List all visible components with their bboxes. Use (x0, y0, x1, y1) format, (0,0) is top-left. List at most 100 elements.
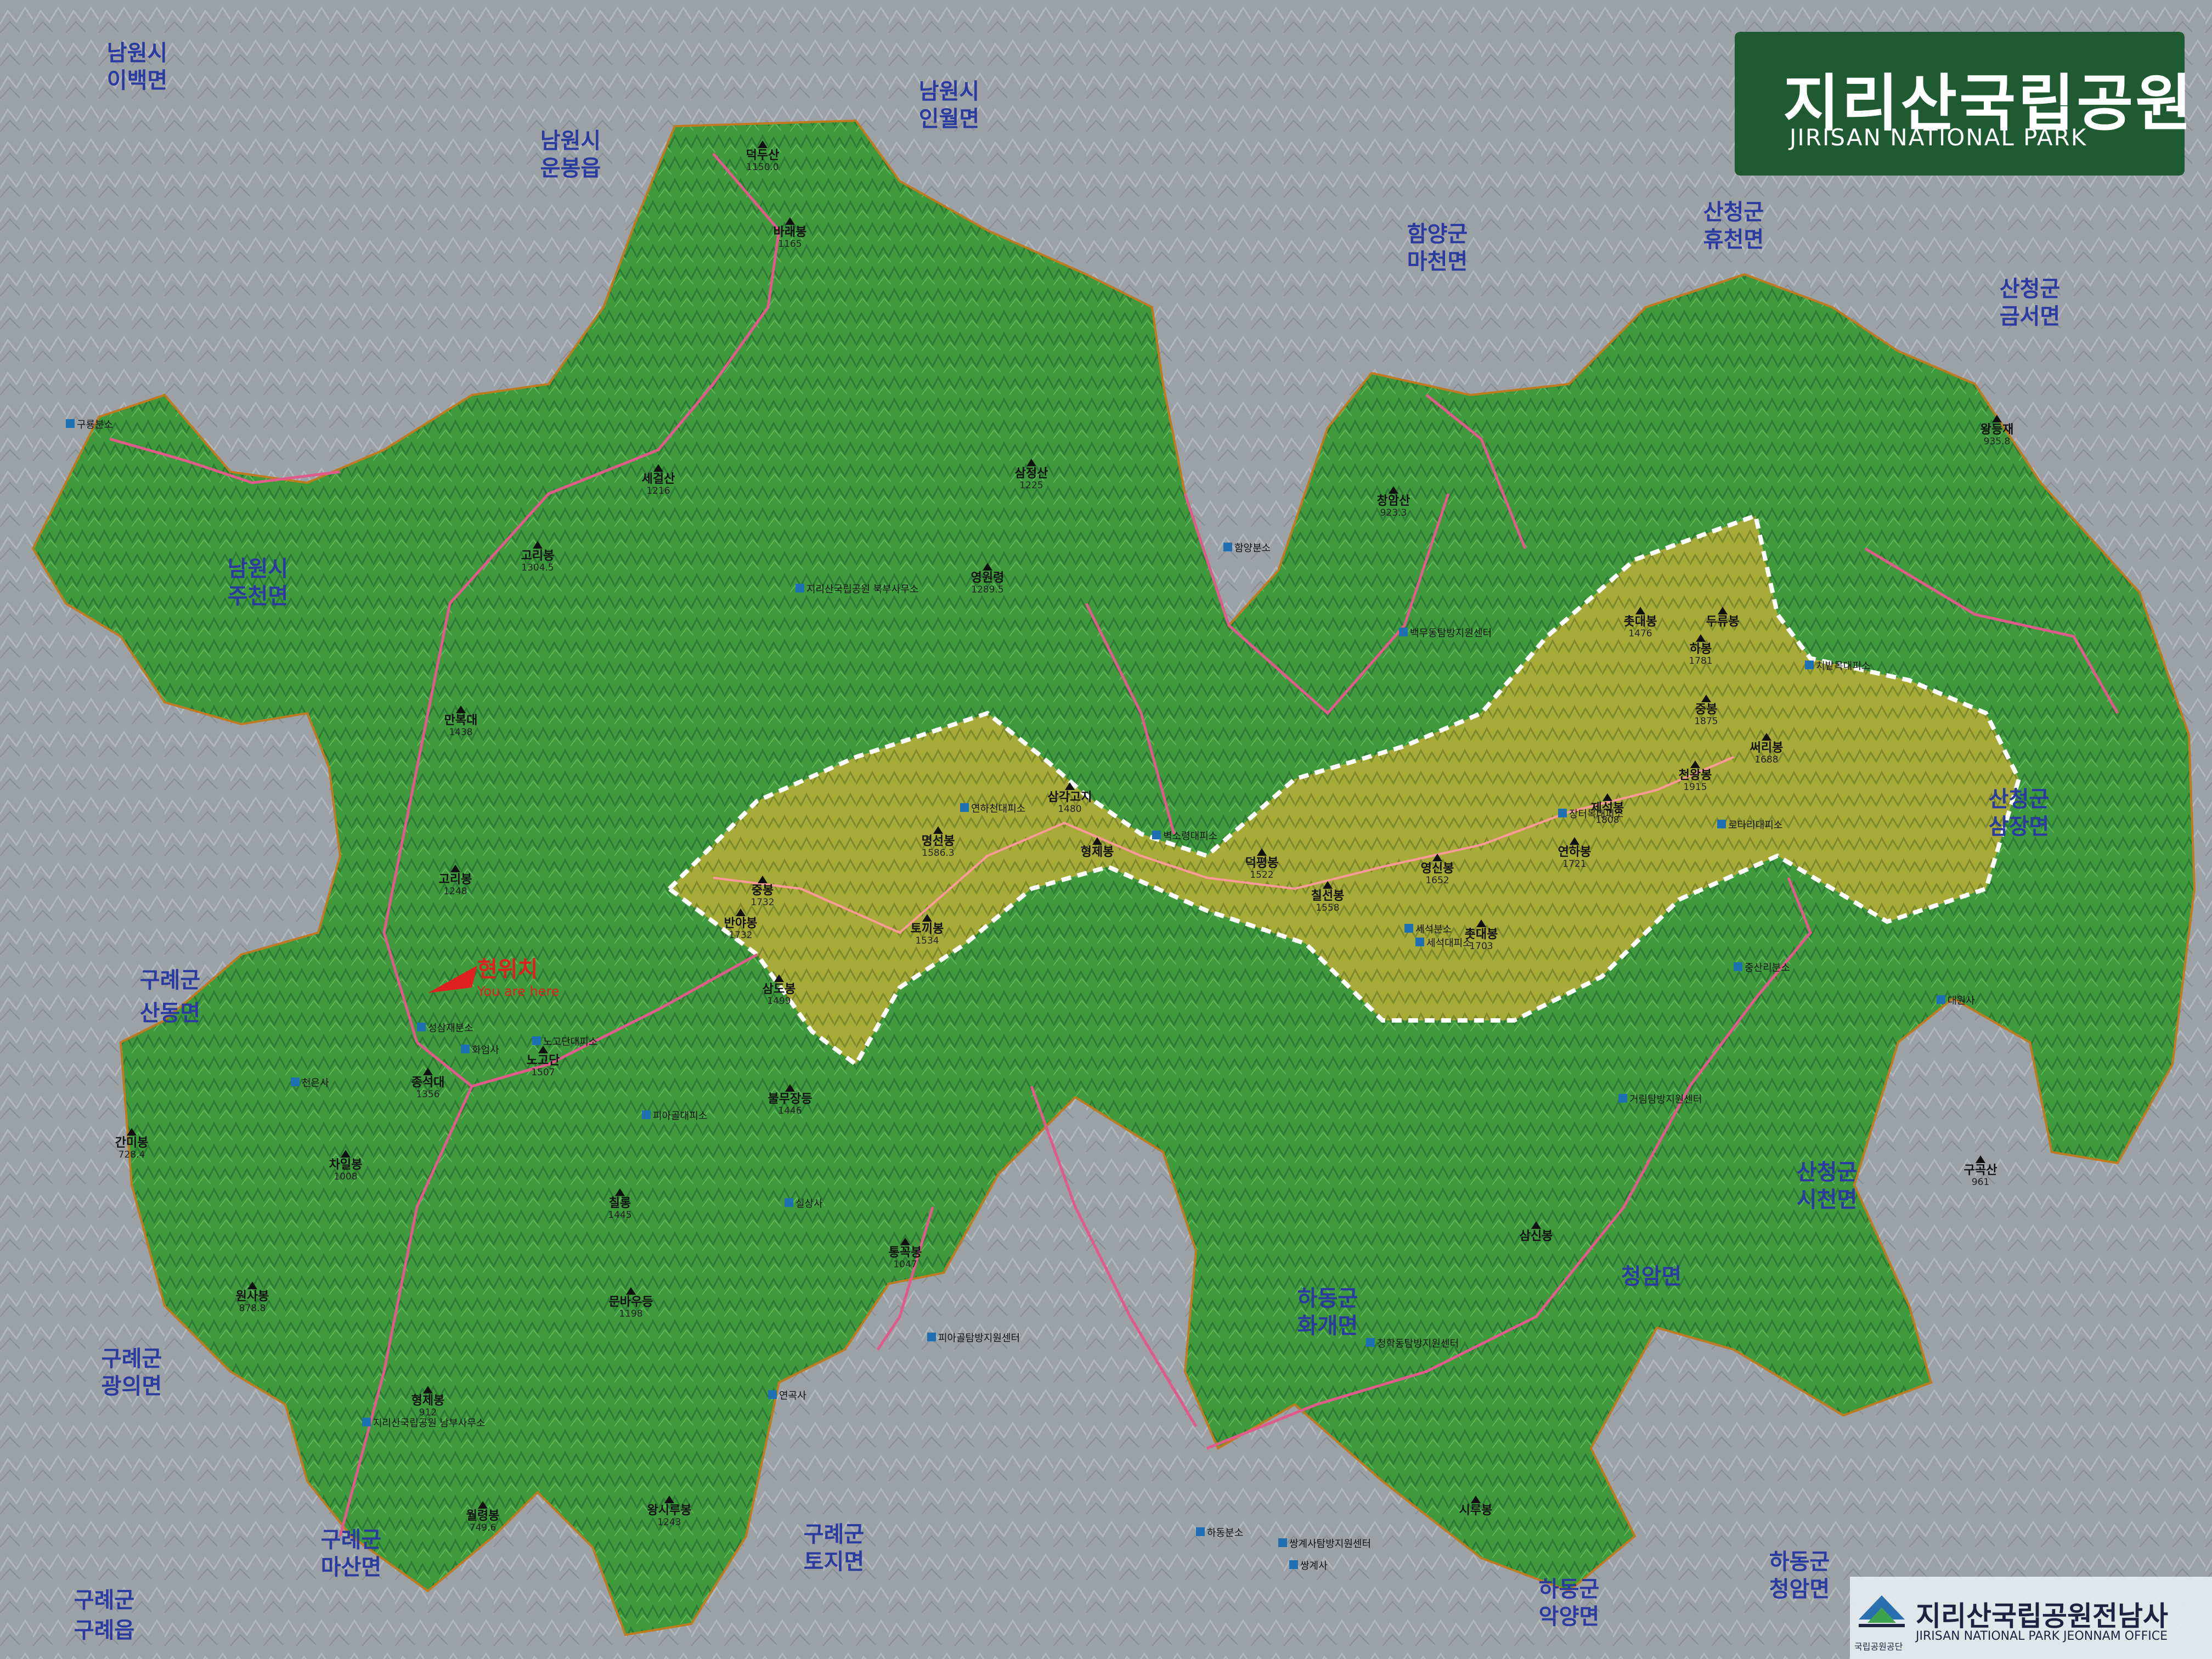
peak-elevation: 1781 (1689, 656, 1712, 667)
peak-name: 하봉 (1690, 642, 1712, 656)
region-town: 운봉읍 (540, 156, 601, 181)
peak-name: 차일봉 (329, 1158, 363, 1172)
region-city: 구례군 (321, 1527, 381, 1553)
facility-icon (785, 1198, 793, 1207)
peak-elevation: 1507 (531, 1067, 555, 1078)
peak-name: 간미봉 (115, 1136, 149, 1150)
region-city: 산청군 (2000, 276, 2060, 302)
peak-name: 왕등재 (1980, 423, 2014, 437)
facility-name: 거림탐방지원센터 (1629, 1094, 1702, 1105)
facility-icon (1805, 661, 1814, 669)
peak-name: 중봉 (752, 884, 774, 898)
region-town: 토지면 (804, 1549, 864, 1575)
peak-name: 문바우등 (609, 1295, 653, 1309)
you-are-here-label-en: You are here (477, 984, 560, 999)
peak-elevation: 1248 (443, 886, 467, 897)
region-town: 시천면 (1797, 1187, 1857, 1212)
facility-name: 피아골탐방지원센터 (938, 1333, 1020, 1344)
region-town: 삼장면 (1989, 814, 2049, 839)
facility-icon (1152, 831, 1161, 839)
peak-elevation: 1586.3 (922, 848, 954, 859)
peak-elevation: 878.8 (239, 1303, 266, 1314)
peak-name: 삼신봉 (1520, 1229, 1553, 1243)
peak-name: 구곡산 (1964, 1164, 1997, 1177)
peak-elevation: 1047 (893, 1259, 917, 1270)
region-town: 휴천면 (1703, 227, 1764, 252)
peak-name: 삼각고지 (1048, 791, 1092, 804)
facility-name: 연곡사 (779, 1390, 806, 1402)
peak-name: 세걸산 (642, 472, 675, 486)
facility-icon (1404, 924, 1413, 933)
facility-icon (461, 1045, 470, 1053)
peak-elevation: 749.6 (470, 1522, 496, 1533)
peak-elevation: 1522 (1250, 870, 1273, 881)
facility-icon (642, 1110, 651, 1119)
region-town: 주천면 (228, 584, 288, 609)
peak-elevation: 1480 (1058, 804, 1081, 815)
facility-name: 함양분소 (1234, 543, 1271, 554)
facility-name: 중산리분소 (1745, 962, 1790, 974)
park-map: 남원시 이백면 남원시 인월면 남원시 운봉읍 남원시 주천면 함양군 마천면 … (0, 0, 2212, 1659)
peak-elevation: 1243 (657, 1517, 681, 1528)
facility-icon (1223, 543, 1232, 551)
facility-name: 피아골대피소 (653, 1110, 707, 1122)
region-city: 산청군 (1989, 787, 2049, 812)
peak-elevation: 1476 (1628, 628, 1652, 639)
peak-name: 불무장등 (768, 1092, 812, 1106)
facility-name: 노고단대피소 (543, 1036, 597, 1048)
facility-marker: 지리산국립공원 북부사무소 (795, 584, 918, 595)
peak-elevation: 1150.0 (746, 162, 778, 173)
facility-name: 연하천대피소 (971, 803, 1025, 815)
peak-name: 통꼭봉 (889, 1246, 922, 1260)
park-subtitle: JIRISAN NATIONAL PARK (1790, 124, 2087, 151)
peak-name: 월령봉 (466, 1509, 500, 1523)
facility-icon (768, 1390, 777, 1399)
peak-elevation: 728.4 (119, 1149, 145, 1160)
peak-elevation: 1165 (778, 239, 802, 250)
peak-elevation: 1446 (778, 1105, 802, 1116)
peak-name: 형제봉 (411, 1394, 445, 1408)
facility-marker: 쌍계사탐방지원센터 (1278, 1538, 1371, 1550)
peak-name: 영원령 (971, 571, 1005, 585)
peak-name: 덕평봉 (1245, 856, 1279, 870)
facility-name: 백무동탐방지원센터 (1410, 628, 1492, 639)
facility-icon (1415, 938, 1424, 946)
peak-name: 창암산 (1377, 494, 1410, 508)
peak-elevation: 1558 (1316, 902, 1339, 913)
peak-name: 원사봉 (236, 1290, 269, 1304)
peak-elevation: 1875 (1694, 716, 1718, 727)
peak-elevation: 1304.5 (521, 562, 554, 573)
facility-icon (1937, 995, 1945, 1004)
region-city: 구례군 (140, 968, 200, 993)
agency-name: 국립공원공단 (1854, 1641, 1903, 1652)
region-city: 하동군 (1769, 1549, 1830, 1575)
peak-elevation: 912 (419, 1407, 437, 1418)
peak-elevation: 1732 (729, 930, 752, 941)
peak-name: 중봉 (1695, 703, 1717, 716)
facility-marker: 피아골탐방지원센터 (927, 1333, 1020, 1344)
facility-name: 하동분소 (1207, 1527, 1243, 1539)
region-city: 산청군 (1797, 1160, 1857, 1185)
facility-name: 로타리대피소 (1728, 820, 1782, 831)
facility-icon (66, 419, 75, 428)
peak-name: 토끼봉 (911, 922, 944, 936)
region-city: 구례군 (804, 1522, 864, 1547)
peak-name: 덕두산 (746, 149, 780, 162)
peak-name: 만복대 (444, 714, 478, 727)
facility-icon (927, 1333, 936, 1341)
region-town: 마산면 (321, 1555, 381, 1580)
peak-elevation: 923.3 (1380, 507, 1407, 518)
facility-icon (1289, 1560, 1298, 1569)
region-city: 남원시 (228, 556, 288, 582)
region-city: 하동군 (1539, 1577, 1599, 1602)
facility-name: 천은사 (302, 1077, 329, 1089)
facility-name: 벽소령대피소 (1163, 831, 1217, 842)
facility-name: 청학동탐방지원센터 (1377, 1338, 1459, 1350)
facility-icon (1618, 1094, 1627, 1103)
facility-name: 대원사 (1948, 995, 1975, 1007)
peak-name: 왕시루봉 (647, 1504, 692, 1517)
facility-icon (532, 1036, 541, 1045)
peak-elevation: 1008 (334, 1171, 357, 1182)
peak-name: 시루봉 (1459, 1504, 1493, 1517)
peak-name: 고리봉 (521, 549, 555, 563)
